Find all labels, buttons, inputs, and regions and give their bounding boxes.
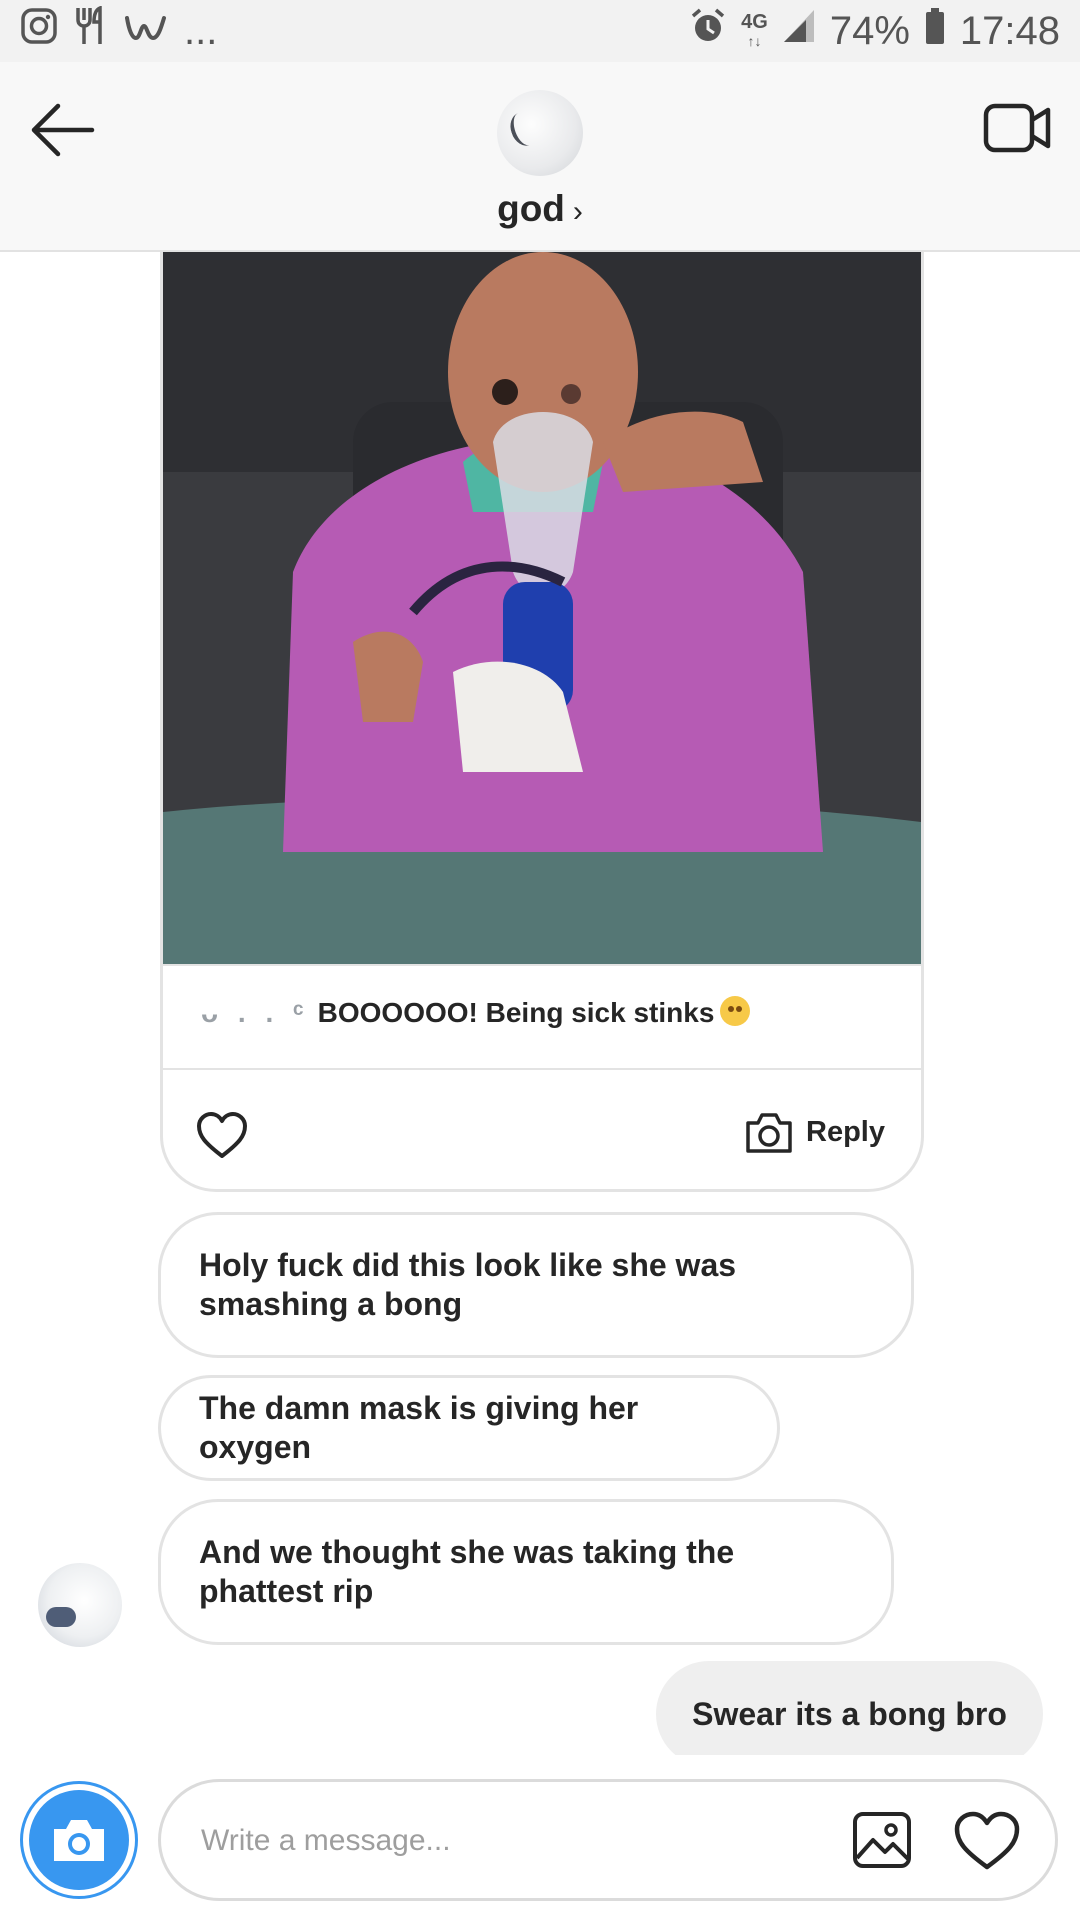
- camera-icon: [54, 1820, 104, 1861]
- signal-icon: [782, 8, 816, 54]
- message-text: Swear its a bong bro: [692, 1695, 1007, 1732]
- instagram-icon: [20, 7, 58, 55]
- message-bubble-received[interactable]: The damn mask is giving her oxygen: [158, 1375, 780, 1481]
- post-card-actions: Reply: [163, 1072, 921, 1189]
- camera-outline-icon: [746, 1113, 792, 1153]
- alarm-icon: [689, 7, 727, 55]
- chat-header: god ›: [0, 62, 1080, 252]
- w-app-icon: [124, 9, 168, 54]
- battery-icon: [924, 7, 946, 55]
- like-post-button[interactable]: [195, 1110, 249, 1160]
- shared-post-caption: ᴗ . . ᶜ BOOOOOO! Being sick stinks: [163, 964, 921, 1070]
- reply-button[interactable]: Reply: [744, 1106, 885, 1158]
- clock: 17:48: [959, 8, 1060, 53]
- message-bubble-received[interactable]: Holy fuck did this look like she was sma…: [158, 1212, 914, 1358]
- restaurant-icon: [74, 5, 108, 56]
- chat-avatar[interactable]: [497, 90, 583, 176]
- sender-avatar[interactable]: [38, 1563, 122, 1647]
- video-call-button[interactable]: [982, 98, 1054, 158]
- battery-percent: 74%: [829, 8, 910, 53]
- chevron-right-icon: ›: [572, 195, 583, 228]
- caption-text: BOOOOOO! Being sick stinks: [317, 997, 715, 1028]
- caption-username: ᴗ . . ᶜ: [201, 997, 310, 1028]
- camera-button[interactable]: [20, 1781, 138, 1899]
- shared-post-card[interactable]: ᴗ . . ᶜ BOOOOOO! Being sick stinks Reply: [160, 252, 924, 1192]
- back-button[interactable]: [28, 100, 98, 160]
- status-bar-right: 4G ↑↓ 74% 17:48: [689, 7, 1060, 55]
- message-bubble-received[interactable]: And we thought she was taking the phatte…: [158, 1499, 894, 1645]
- video-call-icon: [983, 103, 1051, 153]
- back-arrow-icon: [31, 103, 95, 157]
- chat-title[interactable]: god ›: [0, 188, 1080, 230]
- status-bar-left: ...: [20, 5, 218, 56]
- message-text: The damn mask is giving her oxygen: [199, 1390, 639, 1465]
- flushed-face-icon: [720, 996, 751, 1026]
- status-bar: ... 4G ↑↓ 74% 17:48: [0, 0, 1080, 62]
- heart-icon: [954, 1811, 1020, 1870]
- shared-post-photo[interactable]: [163, 252, 921, 964]
- network-label: 4G: [741, 10, 768, 33]
- message-text: Holy fuck did this look like she was sma…: [199, 1247, 737, 1322]
- heart-outline-icon: [197, 1112, 247, 1158]
- like-button[interactable]: [953, 1810, 1021, 1872]
- chat-title-text: god: [497, 188, 565, 229]
- status-more: ...: [184, 8, 218, 53]
- gallery-icon: [853, 1812, 911, 1868]
- message-input-box[interactable]: [158, 1779, 1058, 1901]
- camera-button-fill: [29, 1790, 129, 1890]
- message-text: And we thought she was taking the phatte…: [199, 1534, 735, 1609]
- reply-label: Reply: [806, 1115, 885, 1148]
- message-input[interactable]: [201, 1814, 821, 1868]
- network-4g-icon: 4G ↑↓: [741, 10, 768, 49]
- gallery-button[interactable]: [851, 1810, 913, 1870]
- message-bubble-sent[interactable]: Swear its a bong bro: [656, 1661, 1043, 1767]
